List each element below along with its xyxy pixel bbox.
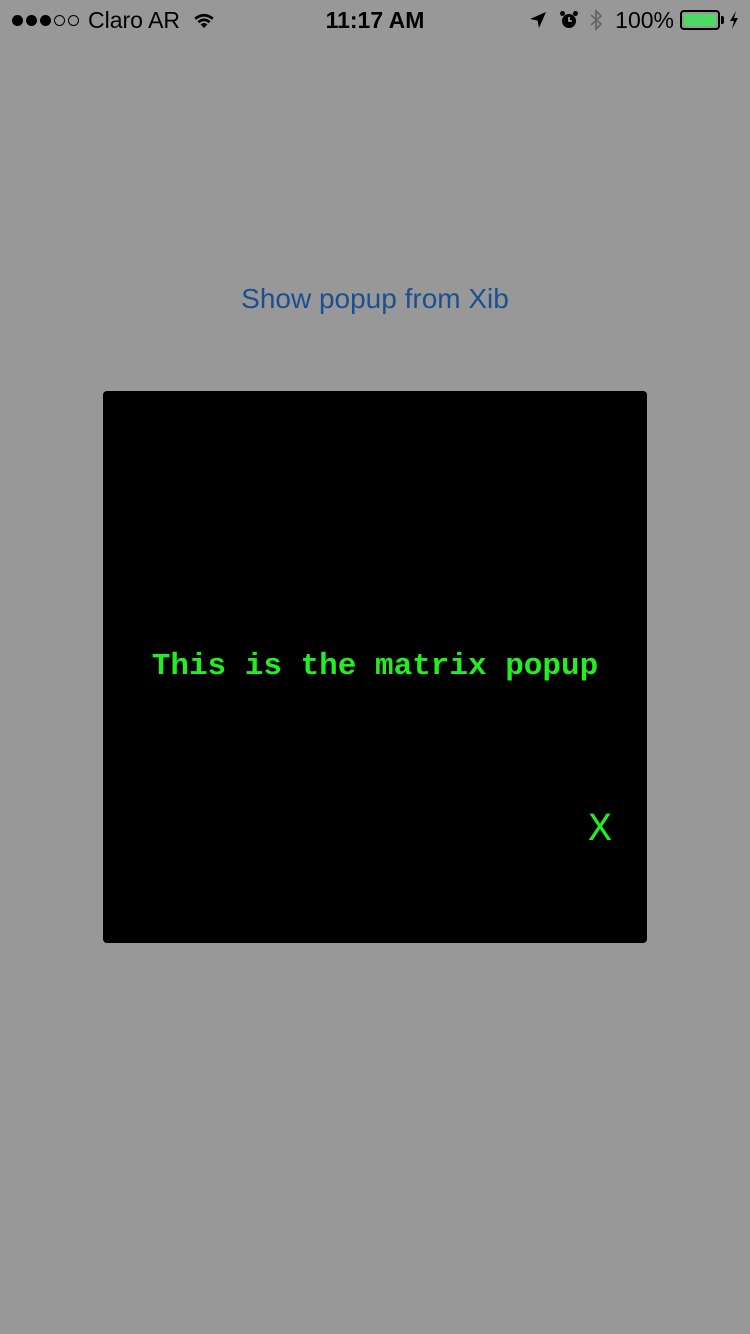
status-bar: Claro AR 11:17 AM 100% [0, 0, 750, 40]
battery-tip [721, 16, 724, 24]
alarm-clock-icon [560, 11, 579, 28]
battery-icon [680, 10, 720, 30]
close-button[interactable]: X [588, 807, 612, 855]
status-right: 100% [529, 6, 740, 34]
matrix-popup: X This is the matrix popup [103, 391, 647, 943]
battery-percent: 100% [615, 7, 674, 33]
battery-level-fill [684, 14, 716, 26]
charging-bolt-icon [730, 11, 738, 29]
show-popup-button[interactable]: Show popup from Xib [0, 281, 750, 317]
location-arrow-icon [530, 12, 547, 28]
popup-message: This is the matrix popup [151, 649, 599, 684]
bluetooth-icon [590, 9, 603, 31]
